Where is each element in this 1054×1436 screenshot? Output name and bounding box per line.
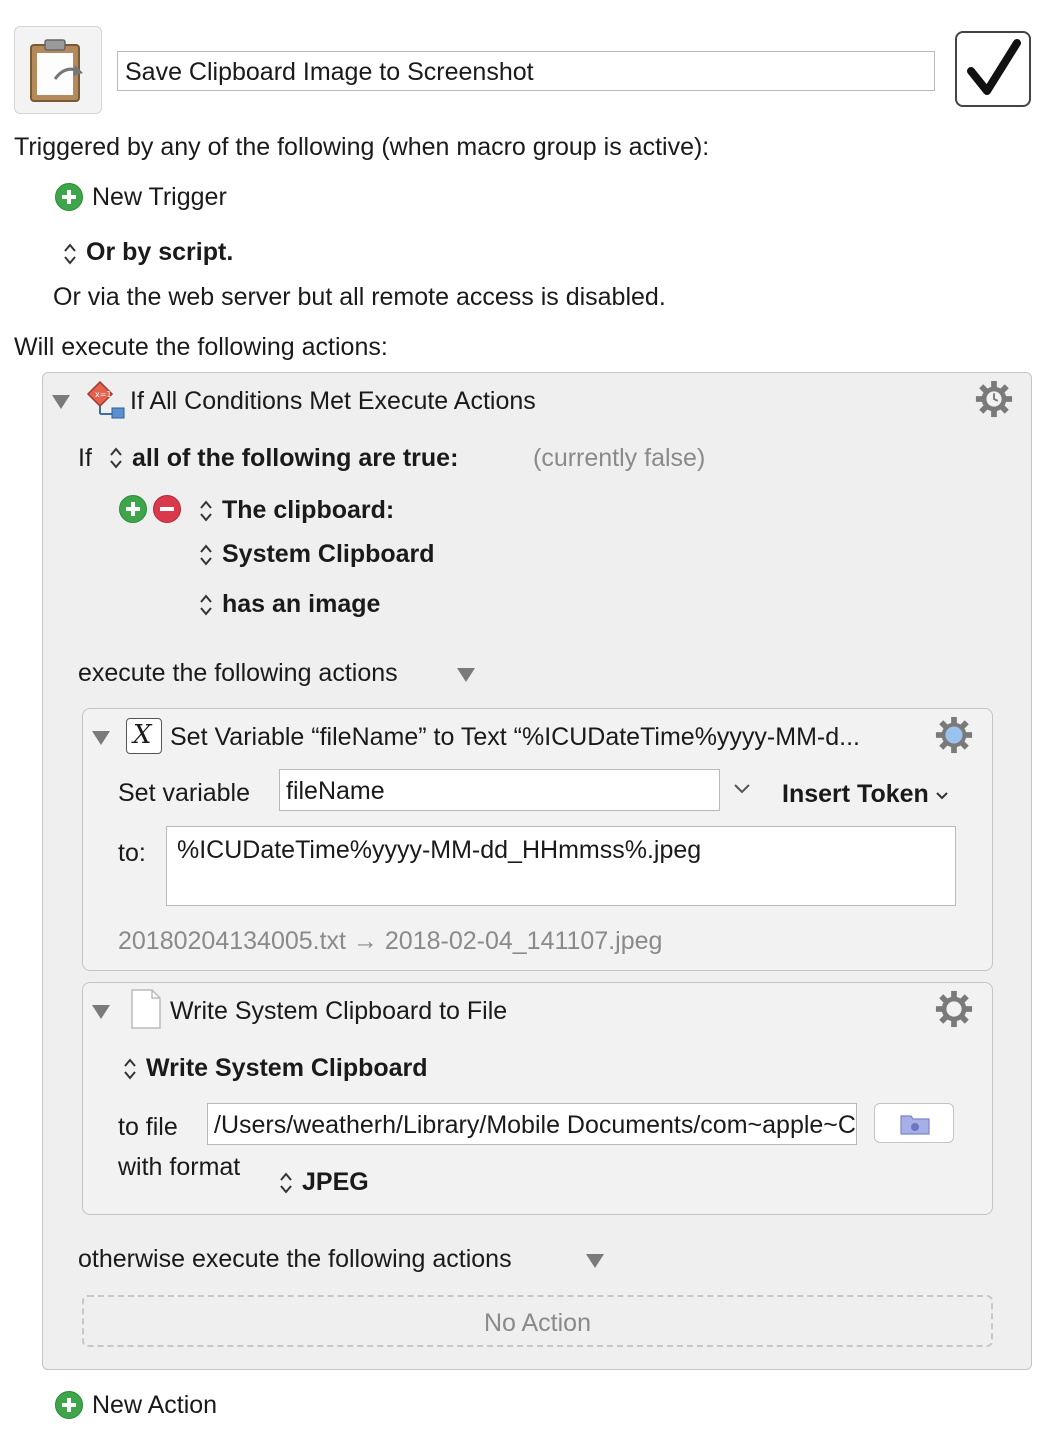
then-actions-label: execute the following actions [78, 659, 398, 687]
no-action-placeholder[interactable]: No Action [82, 1295, 993, 1347]
gear-icon[interactable] [935, 716, 973, 759]
variable-name-field[interactable]: fileName [279, 769, 720, 811]
disclosure-triangle-icon[interactable] [52, 395, 70, 409]
condition-status: (currently false) [533, 444, 706, 472]
no-action-label: No Action [483, 1309, 591, 1337]
macro-title-field[interactable]: Save Clipboard Image to Screenshot [117, 51, 935, 91]
add-icon [55, 1391, 83, 1419]
insert-token-menu[interactable]: Insert Token [782, 779, 929, 809]
macro-title-text: Save Clipboard Image to Screenshot [125, 58, 534, 86]
gear-icon[interactable] [975, 380, 1013, 423]
chevron-down-icon[interactable] [733, 782, 751, 800]
document-icon [130, 988, 162, 1035]
actions-heading: Will execute the following actions: [14, 333, 388, 361]
file-path-field[interactable]: /Users/weatherh/Library/Mobile Documents… [207, 1103, 857, 1145]
web-server-note: Or via the web server but all remote acc… [53, 283, 666, 311]
write-clipboard-title: Write System Clipboard to File [170, 997, 508, 1025]
if-action-title: If All Conditions Met Execute Actions [130, 387, 536, 415]
choose-folder-button[interactable] [874, 1103, 954, 1143]
checkmark-icon [967, 39, 1021, 95]
triggers-heading: Triggered by any of the following (when … [14, 133, 710, 161]
condition-mode-popup[interactable]: all of the following are true: [132, 443, 458, 473]
disclosure-triangle-icon[interactable] [92, 731, 110, 745]
file-path-value: /Users/weatherh/Library/Mobile Documents… [214, 1111, 856, 1139]
add-condition-button[interactable] [119, 495, 147, 528]
set-variable-label: Set variable [118, 779, 251, 807]
clipboard-popup[interactable]: System Clipboard [222, 539, 435, 569]
variable-value-text: %ICUDateTime%yyyy-MM-dd_HHmmss%.jpeg [177, 836, 702, 864]
stepper-icon[interactable] [278, 1169, 294, 1202]
gear-icon[interactable] [935, 990, 973, 1033]
macro-enabled-checkbox[interactable] [955, 31, 1031, 107]
to-label: to: [118, 839, 146, 867]
otherwise-actions-menu-icon[interactable] [586, 1254, 604, 1268]
stepper-icon[interactable] [198, 497, 214, 530]
stepper-icon[interactable] [62, 240, 78, 273]
with-format-label: with format [118, 1153, 241, 1181]
format-popup[interactable]: JPEG [302, 1167, 369, 1197]
remove-condition-button[interactable] [153, 495, 181, 528]
if-label: If [78, 444, 92, 472]
stepper-icon[interactable] [198, 541, 214, 574]
variable-value-field[interactable]: %ICUDateTime%yyyy-MM-dd_HHmmss%.jpeg [166, 826, 956, 906]
otherwise-actions-label: otherwise execute the following actions [78, 1245, 512, 1273]
new-action-button[interactable] [55, 1391, 83, 1424]
condition-type-popup[interactable]: The clipboard: [222, 495, 394, 525]
stepper-icon[interactable] [108, 444, 124, 477]
macro-icon[interactable] [14, 26, 102, 114]
new-action-label[interactable]: New Action [92, 1390, 217, 1420]
set-variable-title: Set Variable “fileName” to Text “%ICUDat… [170, 723, 860, 751]
chevron-down-icon[interactable] [935, 788, 949, 806]
new-trigger-label[interactable]: New Trigger [92, 182, 227, 212]
variable-name-value: fileName [286, 777, 385, 805]
svg-text:x=1: x=1 [95, 390, 112, 399]
add-icon [55, 183, 83, 211]
new-trigger-button[interactable] [55, 183, 83, 216]
variable-icon: X [126, 718, 162, 754]
write-source-popup[interactable]: Write System Clipboard [146, 1053, 428, 1083]
if-action-icon: x=1 [86, 380, 126, 425]
then-actions-menu-icon[interactable] [457, 668, 475, 682]
clipboard-icon [30, 39, 83, 102]
to-file-label: to file [118, 1113, 178, 1141]
disclosure-triangle-icon[interactable] [92, 1005, 110, 1019]
remove-icon [153, 495, 181, 523]
add-icon [119, 495, 147, 523]
folder-icon [900, 1115, 930, 1135]
or-by-script-popup[interactable]: Or by script. [86, 237, 233, 267]
stepper-icon[interactable] [198, 591, 214, 624]
stepper-icon[interactable] [122, 1055, 138, 1088]
clipboard-test-popup[interactable]: has an image [222, 589, 380, 619]
token-preview: 20180204134005.txt → 2018-02-04_141107.j… [118, 927, 663, 955]
